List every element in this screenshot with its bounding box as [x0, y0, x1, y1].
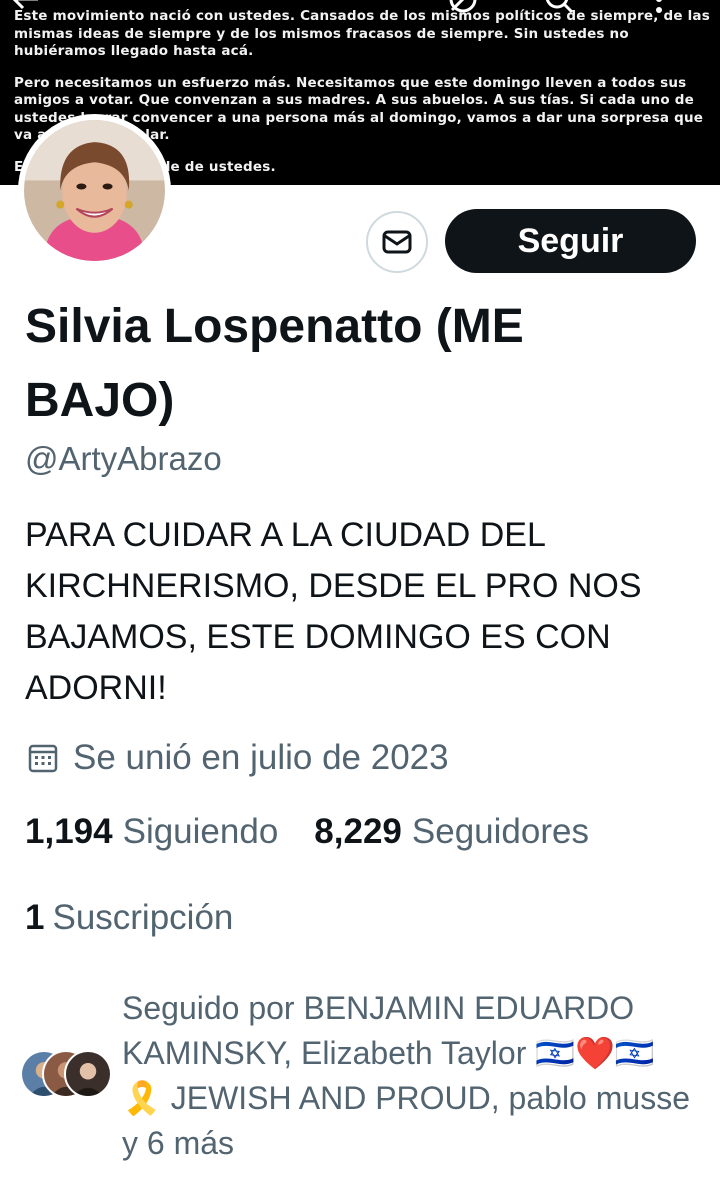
avatar	[64, 1050, 112, 1098]
back-arrow-icon[interactable]	[8, 0, 42, 16]
envelope-icon	[382, 230, 412, 254]
follow-stats: 1,194 Siguiendo 8,229 Seguidores	[25, 812, 625, 852]
joined-date: Se unió en julio de 2023	[25, 738, 449, 778]
profile-bio: PARA CUIDAR A LA CIUDAD DEL KIRCHNERISMO…	[25, 516, 642, 707]
search-icon[interactable]	[542, 0, 576, 16]
followers-label: Seguidores	[411, 812, 589, 851]
banner-paragraph-1: Este movimiento nació con ustedes. Cansa…	[14, 8, 710, 59]
followers-link[interactable]: 8,229 Seguidores	[314, 812, 589, 852]
following-label: Siguiendo	[122, 812, 279, 851]
hide-icon[interactable]	[446, 0, 480, 16]
calendar-icon	[28, 744, 58, 773]
followers-count: 8,229	[314, 812, 402, 851]
subscriptions-label: Suscripción	[52, 898, 234, 937]
following-link[interactable]: 1,194 Siguiendo	[25, 812, 278, 852]
followed-by-text[interactable]: Seguido por BENJAMIN EDUARDO KAMINSKY, E…	[122, 986, 702, 1166]
message-button[interactable]	[366, 211, 428, 273]
subscriptions-count: 1	[25, 898, 45, 937]
following-count: 1,194	[25, 812, 113, 851]
follow-button[interactable]: Seguir	[445, 209, 696, 273]
subscriptions-link[interactable]: 1 Suscripción	[25, 898, 233, 938]
profile-avatar[interactable]	[18, 114, 171, 267]
more-options-icon[interactable]	[642, 0, 676, 16]
profile-handle: @ArtyAbrazo	[25, 440, 222, 477]
joined-text: Se unió en julio de 2023	[73, 738, 449, 777]
profile-name: Silvia Lospenatto (ME BAJO)	[25, 300, 524, 427]
followed-by-avatars[interactable]	[20, 1050, 120, 1100]
